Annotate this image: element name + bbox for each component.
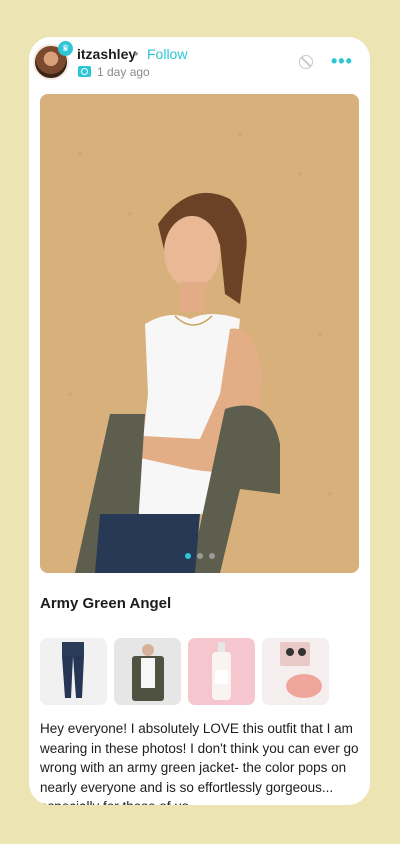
item-army-green-jacket[interactable] [114,638,181,705]
outfit-items [40,638,329,705]
more-options-icon[interactable]: ••• [331,51,353,72]
separator: • [134,46,139,61]
post-photo[interactable] [40,94,359,573]
carousel-dot-1[interactable] [184,553,191,559]
crown-badge-icon: ♛ [58,41,73,56]
carousel-dot-2[interactable] [196,553,203,559]
item-blush-compact[interactable] [262,638,329,705]
item-spray-bottle[interactable] [188,638,255,705]
camera-icon [78,66,91,77]
item-jeans[interactable] [40,638,107,705]
post-card: ♛ itzashley • Follow 1 day ago ••• Army … [29,37,370,805]
outfit-title: Army Green Angel [40,595,172,612]
carousel-indicator [40,553,359,559]
username[interactable]: itzashley [77,46,136,62]
block-icon[interactable] [299,55,313,69]
carousel-dot-3[interactable] [208,553,215,559]
post-header: ♛ itzashley • Follow 1 day ago ••• [29,37,370,93]
follow-button[interactable]: Follow [147,46,187,62]
post-time: 1 day ago [97,65,150,79]
post-description: Hey everyone! I absolutely LOVE this out… [40,721,359,805]
